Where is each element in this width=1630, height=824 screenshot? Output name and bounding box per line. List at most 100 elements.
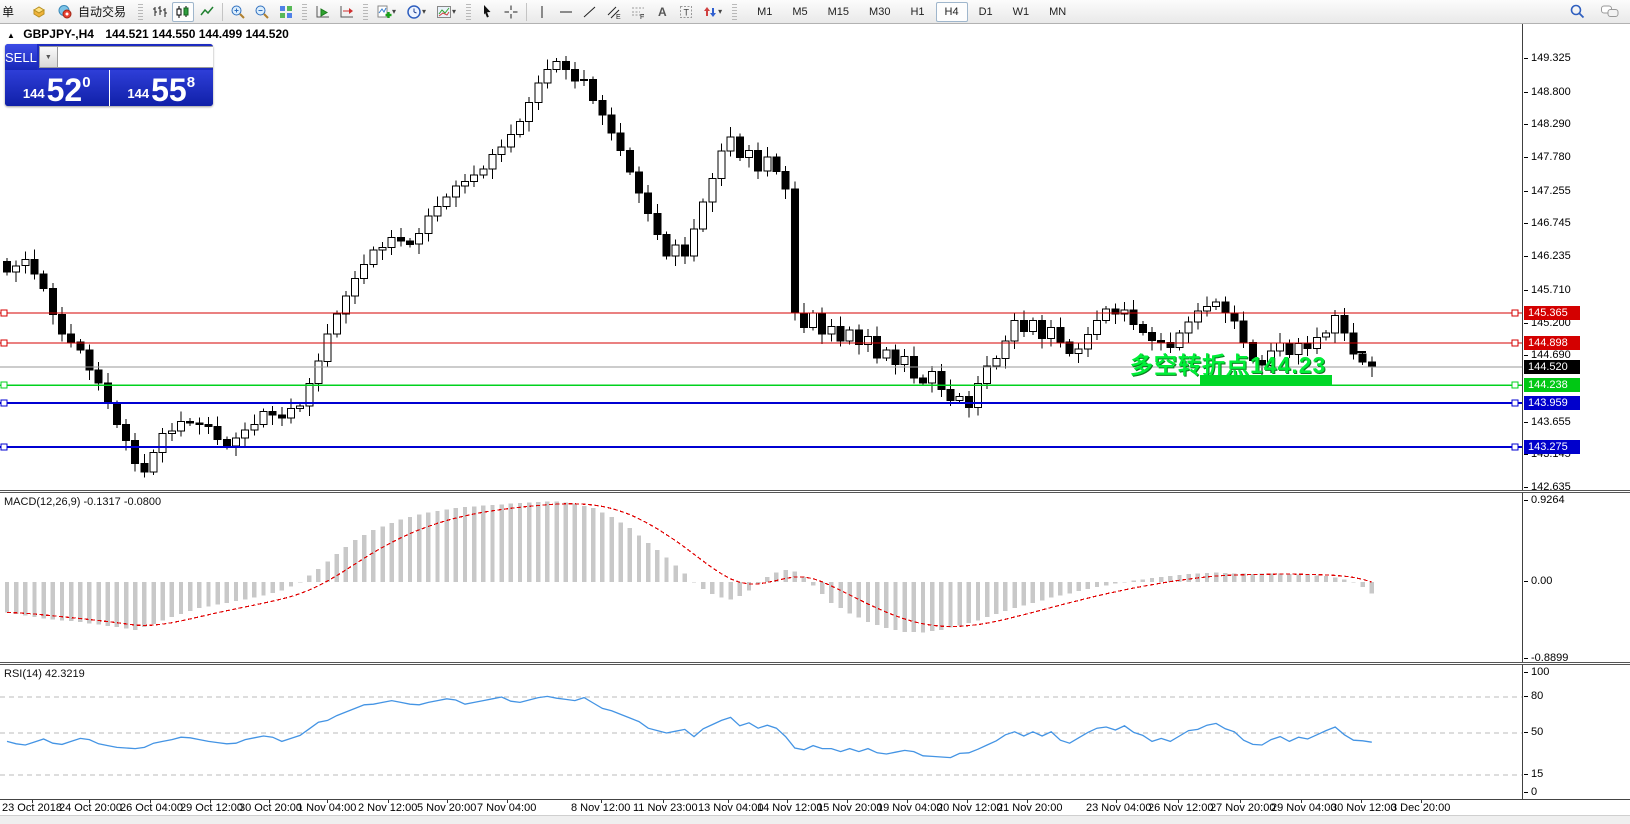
templates-button[interactable]: ▾ (433, 2, 461, 22)
axis-tick-label: 148.290 (1531, 118, 1571, 130)
macd-pane-canvas[interactable] (0, 493, 1522, 662)
annotation-highlight-bar[interactable] (1200, 375, 1332, 386)
time-axis-label: 21 Nov 20:00 (997, 802, 1062, 814)
horizontal-line-icon (558, 4, 574, 20)
line-chart-icon (199, 4, 215, 20)
time-axis-label: 23 Oct 2018 (2, 802, 62, 814)
rsi-indicator-label: RSI(14) 42.3219 (4, 668, 85, 680)
plot-bottom-border (0, 799, 1630, 800)
volume-input[interactable] (58, 46, 213, 68)
chart-shift-button[interactable] (336, 2, 358, 22)
zoom-out-icon (254, 4, 270, 20)
time-axis-label: 8 Nov 12:00 (571, 802, 630, 814)
time-axis-label: 24 Oct 20:00 (59, 802, 122, 814)
price-line-badge[interactable]: 143.959 (1524, 396, 1580, 410)
time-axis-label: 30 Nov 12:00 (1331, 802, 1396, 814)
text-label-tool[interactable]: T (675, 2, 697, 22)
volume-decrease-button[interactable]: ▼ (39, 46, 58, 68)
auto-scroll-button[interactable] (312, 2, 334, 22)
tile-windows-button[interactable] (275, 2, 297, 22)
cursor-icon (479, 4, 495, 20)
sell-button[interactable]: SELL (5, 44, 37, 70)
tile-windows-icon (278, 4, 294, 20)
zoom-in-icon (230, 4, 246, 20)
timeframe-mn[interactable]: MN (1040, 2, 1075, 22)
price-line-badge[interactable]: 144.520 (1524, 360, 1580, 374)
bar-chart-button[interactable] (148, 2, 170, 22)
status-strip (0, 815, 1630, 824)
crosshair-button[interactable] (500, 2, 522, 22)
chevron-down-icon: ▾ (392, 7, 396, 16)
price-line-badge[interactable]: 144.898 (1524, 336, 1580, 350)
chevron-down-icon: ▾ (452, 7, 456, 16)
timeframe-h1[interactable]: H1 (901, 2, 933, 22)
candlestick-chart-button[interactable] (172, 2, 194, 22)
toolbar-grip (138, 4, 143, 20)
channel-tool[interactable]: E (603, 2, 625, 22)
timeframe-m15[interactable]: M15 (819, 2, 858, 22)
price-line-badge[interactable]: 145.365 (1524, 306, 1580, 320)
text-icon: A (654, 4, 670, 20)
rsi-pane-canvas[interactable] (0, 665, 1522, 799)
zoom-out-button[interactable] (251, 2, 273, 22)
candlestick-icon (175, 4, 191, 20)
axis-tick-label: 0.9264 (1531, 494, 1565, 506)
time-axis[interactable]: 23 Oct 201824 Oct 20:0026 Oct 04:0029 Oc… (0, 800, 1630, 815)
new-order-button[interactable]: 下单 (2, 2, 26, 22)
axis-tick-label: 146.235 (1531, 250, 1571, 262)
autotrading-button[interactable]: 自动交易 (52, 2, 133, 22)
time-axis-label: 26 Oct 04:00 (120, 802, 183, 814)
template-icon (436, 4, 452, 20)
search-button[interactable] (1566, 2, 1588, 22)
axis-tick-label: 147.255 (1531, 185, 1571, 197)
chevron-down-icon: ▾ (718, 7, 722, 16)
svg-text:T: T (684, 7, 690, 17)
price-axis[interactable]: 149.325148.800148.290147.780147.255146.7… (1522, 24, 1630, 799)
last-price-marker (1356, 351, 1366, 353)
timeframe-h4[interactable]: H4 (936, 2, 968, 22)
arrows-tool[interactable]: ▾ (699, 2, 727, 22)
svg-text:E: E (616, 14, 621, 20)
horizontal-line-tool[interactable] (555, 2, 577, 22)
main-chart-canvas[interactable] (0, 24, 1522, 490)
one-click-trading-panel: SELL ▼ ▲ BUY 144 52 0 144 55 8 (5, 44, 213, 106)
cursor-button[interactable] (476, 2, 498, 22)
pane-separator[interactable] (0, 662, 1630, 665)
buy-price-display[interactable]: 144 55 8 (110, 70, 214, 106)
chat-icon (1600, 3, 1620, 20)
chat-button[interactable] (1599, 2, 1621, 22)
timeframe-d1[interactable]: D1 (970, 2, 1002, 22)
timeframe-m30[interactable]: M30 (860, 2, 899, 22)
toolbar-separator (526, 3, 527, 21)
periods-button[interactable]: ▾ (403, 2, 431, 22)
main-toolbar: 下单 自动交易 (0, 0, 1630, 24)
zoom-in-button[interactable] (227, 2, 249, 22)
svg-text:F: F (640, 14, 644, 20)
time-axis-label: 20 Nov 12:00 (937, 802, 1002, 814)
indicators-button[interactable]: ▾ (373, 2, 401, 22)
time-axis-label: 15 Nov 20:00 (817, 802, 882, 814)
trendline-tool[interactable] (579, 2, 601, 22)
timeframe-m1[interactable]: M1 (748, 2, 781, 22)
axis-tick-label: 50 (1531, 726, 1543, 738)
pane-separator[interactable] (0, 490, 1630, 493)
symbol-timeframe-label: GBPJPY-,H4 (23, 27, 94, 41)
sell-price-display[interactable]: 144 52 0 (5, 70, 110, 106)
line-chart-button[interactable] (196, 2, 218, 22)
timeframe-w1[interactable]: W1 (1004, 2, 1039, 22)
macd-indicator-label: MACD(12,26,9) -0.1317 -0.0800 (4, 496, 161, 508)
timeframe-m5[interactable]: M5 (783, 2, 816, 22)
toolbar-grip (302, 4, 307, 20)
price-line-badge[interactable]: 144.238 (1524, 378, 1580, 392)
autotrading-icon (57, 4, 73, 20)
fibonacci-tool[interactable]: F (627, 2, 649, 22)
open-order-button[interactable] (28, 2, 50, 22)
time-axis-label: 14 Nov 12:00 (757, 802, 822, 814)
collapse-icon[interactable]: ▲ (7, 31, 15, 40)
vertical-line-tool[interactable] (531, 2, 553, 22)
search-icon (1569, 3, 1586, 20)
time-axis-label: 13 Nov 04:00 (698, 802, 763, 814)
text-tool[interactable]: A (651, 2, 673, 22)
price-line-badge[interactable]: 143.275 (1524, 440, 1580, 454)
new-order-label: 下单 (3, 5, 14, 19)
